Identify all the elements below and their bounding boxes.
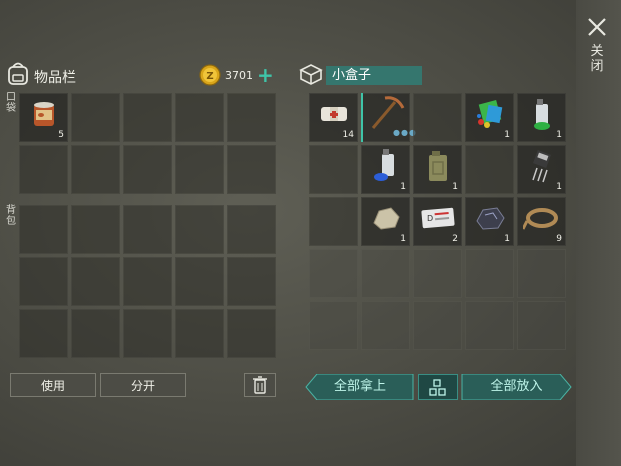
sort-icon xyxy=(429,379,446,396)
container-slot[interactable]: 1 xyxy=(361,197,410,246)
pocket-slot[interactable]: 5 xyxy=(19,93,68,142)
container-slot[interactable]: 1 xyxy=(517,93,566,142)
item-quantity: 14 xyxy=(342,130,354,140)
container-slot[interactable] xyxy=(465,145,514,194)
item-quantity: 9 xyxy=(556,234,562,244)
pocket-slot[interactable] xyxy=(227,93,276,142)
trash-icon xyxy=(253,376,267,394)
container-slot[interactable]: 14 xyxy=(309,93,358,142)
container-slot[interactable] xyxy=(413,301,462,350)
container-slot[interactable] xyxy=(309,249,358,298)
pocket-label: 口袋 xyxy=(6,92,16,114)
backpack-slot[interactable] xyxy=(175,205,224,254)
close-label[interactable]: 关闭 xyxy=(590,44,604,74)
pocket-slot[interactable] xyxy=(123,145,172,194)
backpack-slot[interactable] xyxy=(227,257,276,306)
fishing-bait-icon xyxy=(473,98,507,134)
add-coins-icon[interactable]: + xyxy=(257,65,274,85)
container-slot[interactable]: ●●● xyxy=(361,93,416,142)
backpack-slot[interactable] xyxy=(227,309,276,358)
container-slot[interactable] xyxy=(309,197,358,246)
pocket-slot[interactable] xyxy=(71,145,120,194)
container-slot[interactable] xyxy=(413,249,462,298)
jerrycan-icon xyxy=(424,148,452,188)
container-slot[interactable] xyxy=(465,249,514,298)
take-all-label: 全部拿上 xyxy=(333,379,386,394)
item-quantity: 1 xyxy=(452,182,458,192)
container-slot[interactable]: 1 xyxy=(517,145,566,194)
rope-icon xyxy=(521,203,561,237)
use-button[interactable]: 使用 xyxy=(10,373,96,397)
backpack-slot[interactable] xyxy=(123,257,172,306)
backpack-slot[interactable] xyxy=(175,257,224,306)
spray-can-green-icon xyxy=(528,96,556,136)
container-slot[interactable] xyxy=(465,301,514,350)
bandage-icon xyxy=(317,99,351,133)
pocket-slot[interactable] xyxy=(227,145,276,194)
container-grid: 14 ●●● 1 1 1 1 1 1 D 2 1 9 xyxy=(309,93,566,358)
item-quantity: 1 xyxy=(556,130,562,140)
backpack-slot[interactable] xyxy=(19,205,68,254)
item-quantity: 1 xyxy=(504,130,510,140)
backpack-slot[interactable] xyxy=(71,205,120,254)
coin-icon: Z xyxy=(199,64,221,86)
backpack-grid xyxy=(19,205,276,358)
take-all-button[interactable]: 全部拿上 xyxy=(305,373,415,401)
pocket-grid: 5 xyxy=(19,93,276,194)
backpack-label: 背包 xyxy=(6,205,16,227)
backpack-slot[interactable] xyxy=(71,309,120,358)
sort-button[interactable] xyxy=(418,374,458,400)
storage-box-icon xyxy=(299,64,323,85)
item-quantity: 1 xyxy=(504,234,510,244)
backpack-slot[interactable] xyxy=(71,257,120,306)
item-quantity: 1 xyxy=(400,182,406,192)
id-card-icon: D xyxy=(419,204,457,236)
stone-icon xyxy=(369,203,403,237)
container-slot[interactable]: 1 xyxy=(465,197,514,246)
pocket-slot[interactable] xyxy=(19,145,68,194)
backpack-icon xyxy=(8,62,28,85)
backpack-slot[interactable] xyxy=(19,257,68,306)
item-quantity: 1 xyxy=(556,182,562,192)
container-slot[interactable] xyxy=(361,301,410,350)
coal-ore-icon xyxy=(473,203,507,237)
backpack-slot[interactable] xyxy=(175,309,224,358)
electronic-component-icon xyxy=(527,148,557,188)
coin-count: 3701 xyxy=(225,69,253,82)
split-button[interactable]: 分开 xyxy=(100,373,186,397)
pocket-slot[interactable] xyxy=(175,145,224,194)
container-slot[interactable]: 1 xyxy=(361,145,410,194)
svg-text:Z: Z xyxy=(206,71,213,82)
container-slot[interactable]: 1 xyxy=(413,145,462,194)
container-slot[interactable] xyxy=(517,249,566,298)
container-slot[interactable] xyxy=(413,93,462,142)
put-all-label: 全部放入 xyxy=(490,379,543,394)
backpack-slot[interactable] xyxy=(123,309,172,358)
pocket-slot[interactable] xyxy=(175,93,224,142)
svg-text:D: D xyxy=(427,214,433,223)
item-quantity: 1 xyxy=(400,234,406,244)
container-slot[interactable]: 9 xyxy=(517,197,566,246)
container-name-field[interactable]: 小盒子 xyxy=(326,66,422,85)
backpack-slot[interactable] xyxy=(19,309,68,358)
container-slot[interactable] xyxy=(361,249,410,298)
item-quantity: 2 xyxy=(452,234,458,244)
inventory-title: 物品栏 xyxy=(34,70,76,86)
container-slot[interactable] xyxy=(309,301,358,350)
canned-food-icon xyxy=(29,98,59,134)
item-quantity: 5 xyxy=(58,130,64,140)
container-slot[interactable] xyxy=(309,145,358,194)
put-all-button[interactable]: 全部放入 xyxy=(461,373,572,401)
trash-button[interactable] xyxy=(244,373,276,397)
container-slot[interactable]: D2 xyxy=(413,197,462,246)
container-slot[interactable] xyxy=(517,301,566,350)
spray-can-blue-icon xyxy=(372,148,400,188)
pocket-slot[interactable] xyxy=(123,93,172,142)
container-slot[interactable]: 1 xyxy=(465,93,514,142)
backpack-slot[interactable] xyxy=(123,205,172,254)
close-icon[interactable] xyxy=(584,14,610,40)
pocket-slot[interactable] xyxy=(71,93,120,142)
backpack-slot[interactable] xyxy=(227,205,276,254)
